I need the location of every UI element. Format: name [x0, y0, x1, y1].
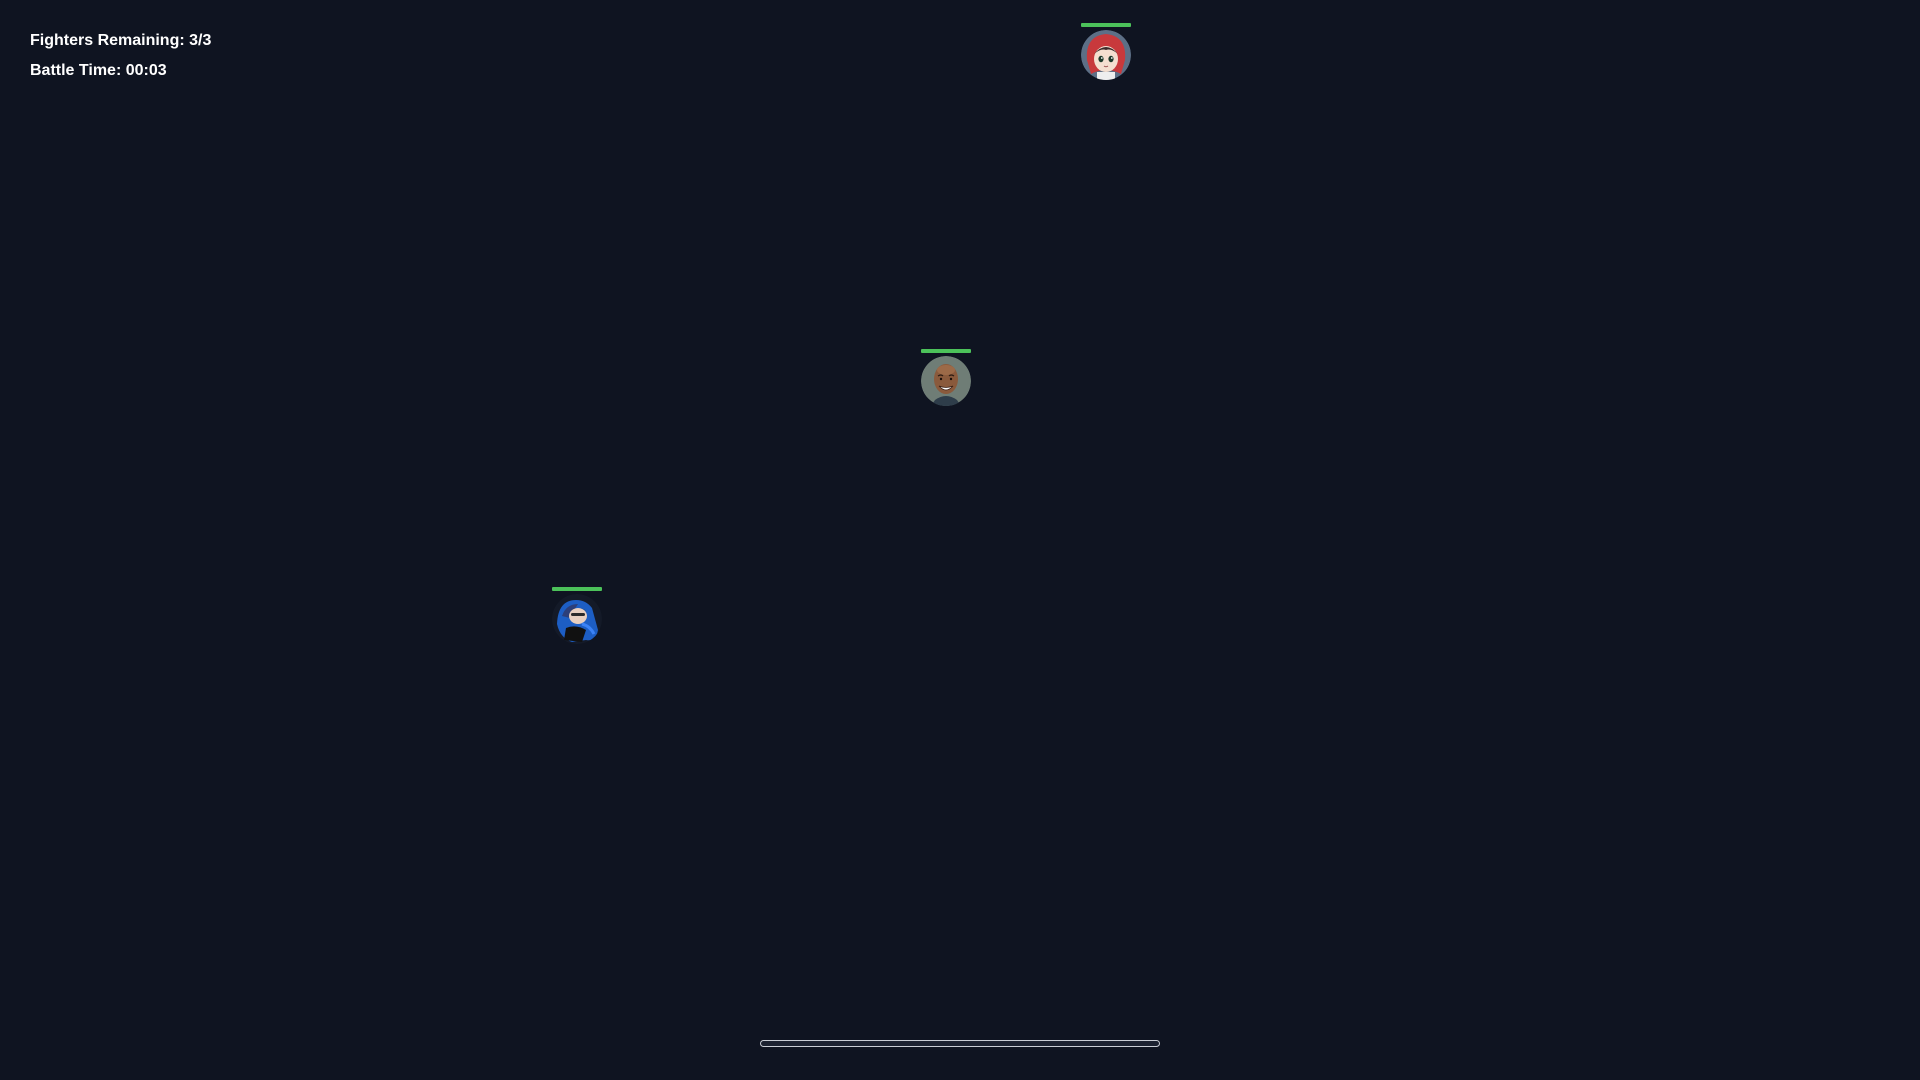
- battle-time-label: Battle Time: 00:03: [30, 62, 167, 79]
- fighter-token[interactable]: [1081, 23, 1131, 80]
- health-bar-fill: [1081, 23, 1131, 27]
- health-bar-fill: [552, 587, 602, 591]
- red-hood-anime-girl-icon: [1081, 30, 1131, 80]
- health-bar: [921, 349, 971, 353]
- smiling-bald-man-icon: [921, 356, 971, 406]
- fighters-remaining-label: Fighters Remaining: 3/3: [30, 32, 212, 49]
- health-bar-fill: [921, 349, 971, 353]
- hud-panel: Fighters Remaining: 3/3 Battle Time: 00:…: [30, 26, 211, 86]
- battle-progress-slider[interactable]: [760, 1040, 1160, 1047]
- health-bar: [552, 587, 602, 591]
- battle-arena: Fighters Remaining: 3/3 Battle Time: 00:…: [0, 0, 1920, 1080]
- blue-hooded-character-icon: [552, 594, 602, 644]
- health-bar: [1081, 23, 1131, 27]
- fighter-token[interactable]: [921, 349, 971, 406]
- fighter-token[interactable]: [552, 587, 602, 644]
